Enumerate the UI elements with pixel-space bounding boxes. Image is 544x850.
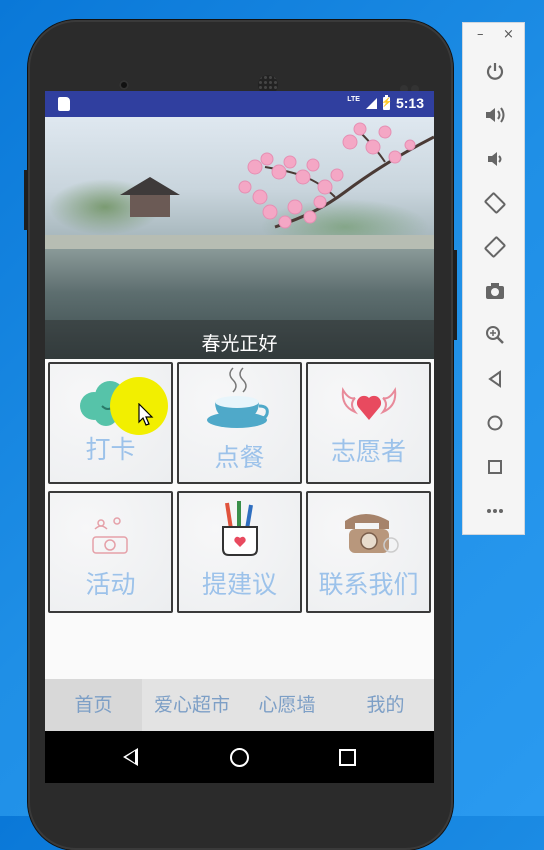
signal-icon: [365, 97, 377, 109]
recent-apps-icon[interactable]: [339, 749, 356, 766]
grid-item-label: 志愿者: [330, 437, 406, 466]
sd-card-icon: [58, 97, 70, 111]
close-button[interactable]: ×: [503, 27, 514, 42]
tab-charity-market[interactable]: 爱心超市: [142, 679, 242, 731]
power-side-button: [453, 250, 457, 340]
home-icon[interactable]: [463, 403, 526, 443]
minimize-button[interactable]: –: [477, 27, 484, 42]
clock: 5:13: [395, 95, 424, 111]
camera-doodle-icon: [91, 517, 128, 554]
grid-item-suggestions[interactable]: 提建议: [177, 491, 302, 613]
pencil-cup-icon: [221, 501, 258, 556]
overview-icon[interactable]: [463, 447, 526, 487]
zoom-icon[interactable]: [463, 315, 526, 355]
banner-caption: 春光正好: [201, 333, 278, 355]
grid-item-label: 联系我们: [318, 570, 419, 599]
more-icon[interactable]: [463, 491, 526, 531]
tab-wish-wall[interactable]: 心愿墙: [242, 679, 332, 731]
grid-item-label: 点餐: [214, 443, 265, 472]
grid-item-label: 打卡: [85, 435, 136, 464]
heart-wings-icon: [341, 387, 396, 420]
feature-grid: 打卡 点餐 志愿者 活动 提建议 联系我们: [48, 362, 434, 617]
proximity-sensor: [400, 78, 426, 93]
bottom-navigation: 首页 爱心超市 心愿墙 我的: [45, 679, 434, 731]
pavilion-image: [120, 177, 180, 217]
cherry-blossom-branch: [238, 122, 434, 229]
screenshot-icon[interactable]: [463, 271, 526, 311]
grid-item-order-food[interactable]: 点餐: [177, 362, 302, 484]
battery-charging-icon: [381, 94, 392, 110]
back-icon[interactable]: [123, 748, 138, 766]
volume-up-icon[interactable]: [463, 95, 526, 135]
back-icon[interactable]: [463, 359, 526, 399]
grid-item-activities[interactable]: 活动: [48, 491, 173, 613]
lte-label: LTE: [347, 95, 360, 103]
app-screen: LTE 5:13 春光正好: [45, 91, 434, 783]
volume-button: [24, 170, 28, 230]
power-icon[interactable]: [463, 51, 526, 91]
status-bar: LTE 5:13: [45, 91, 434, 117]
banner-image[interactable]: 春光正好: [45, 117, 434, 359]
volume-down-icon[interactable]: [463, 139, 526, 179]
mouse-pointer-icon: [138, 403, 154, 426]
rotate-left-icon[interactable]: [463, 183, 526, 223]
tab-mine[interactable]: 我的: [337, 679, 434, 731]
grid-item-volunteer[interactable]: 志愿者: [306, 362, 431, 484]
coffee-cup-icon: [206, 367, 269, 428]
home-icon[interactable]: [230, 748, 249, 767]
grid-item-label: 活动: [85, 570, 136, 599]
front-camera: [119, 80, 129, 90]
emulator-toolbar: – ×: [462, 22, 525, 535]
tab-home[interactable]: 首页: [45, 679, 142, 731]
system-navigation-bar: [45, 731, 434, 783]
grid-item-contact-us[interactable]: 联系我们: [306, 491, 431, 613]
telephone-icon: [344, 514, 399, 553]
rotate-right-icon[interactable]: [463, 227, 526, 267]
grid-item-label: 提建议: [201, 570, 277, 599]
